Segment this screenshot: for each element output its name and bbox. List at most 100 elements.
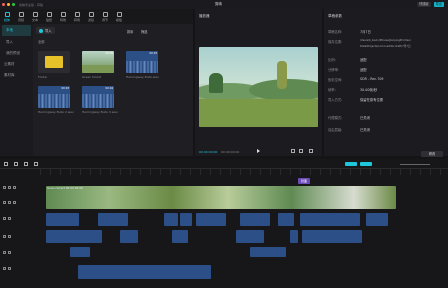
media-item-audio[interactable]: 00:04 <box>82 86 114 108</box>
split-icon[interactable] <box>34 162 38 166</box>
audio-icon[interactable] <box>13 186 16 189</box>
sidebar-item-local[interactable]: 本地 <box>2 25 31 36</box>
track-header <box>3 267 11 270</box>
free-layer-value[interactable]: 已关闭 <box>360 127 370 132</box>
waveform <box>38 94 70 108</box>
audio-clip[interactable] <box>290 230 298 243</box>
media-item-audio[interactable]: 00:03 <box>126 51 158 73</box>
media-caption: Hemingway Bulls 2.wav <box>38 110 74 114</box>
main-video-clip[interactable]: Green Smart 00:00:05:00 <box>46 186 396 209</box>
media-panel: 导入 排序 筛选 全部 Folder 00:05 Green Smart 00:… <box>33 24 193 156</box>
sort-button[interactable]: 排序 <box>127 29 133 34</box>
audio-clip[interactable] <box>46 213 79 226</box>
audio-clip[interactable] <box>278 213 294 226</box>
media-item-folder[interactable] <box>38 51 70 73</box>
media-icon <box>4 11 10 17</box>
waveform <box>126 61 158 73</box>
audio-clip[interactable] <box>120 230 138 243</box>
undo-icon[interactable] <box>14 162 18 166</box>
lock-icon[interactable] <box>3 251 6 254</box>
export-button[interactable]: 导出 <box>433 2 444 7</box>
transition-icon <box>74 11 80 17</box>
sidebar-item-cloud[interactable]: 云素材 <box>0 59 33 70</box>
proxy-mode-value[interactable]: 已关闭 <box>360 115 370 120</box>
folder-icon <box>45 56 63 68</box>
section-label: 全部 <box>38 40 45 44</box>
lock-icon[interactable] <box>3 235 6 238</box>
filter-icon <box>88 11 94 17</box>
waveform <box>82 94 114 108</box>
audio-clip[interactable] <box>70 247 90 257</box>
time-ruler <box>40 169 448 175</box>
effects-icon <box>60 11 66 17</box>
snap-toggle[interactable] <box>345 162 357 166</box>
media-item-audio[interactable]: 00:03 <box>38 86 70 108</box>
draft-details-panel: 草稿参数 草稿名称: 7月7日 保存位置:/Users/b_kevin/Movie… <box>324 9 448 157</box>
timeline-panel: 封面 Green Smart 00:00:05:00 <box>0 159 448 288</box>
tab-media[interactable]: 媒体 <box>0 9 14 24</box>
sidebar-item-import[interactable]: 导入 <box>0 37 33 48</box>
video-preview[interactable] <box>199 47 318 127</box>
sidebar-item-presets[interactable]: 我的预设 <box>0 48 33 59</box>
audio-clip[interactable] <box>46 230 102 243</box>
audio-clip[interactable] <box>300 213 360 226</box>
media-caption: Hemingway Bulls.wav <box>126 75 159 79</box>
plus-icon <box>39 28 43 33</box>
link-toggle[interactable] <box>360 162 372 166</box>
play-icon[interactable] <box>257 149 260 153</box>
tab-templates[interactable]: 模板 <box>112 9 126 24</box>
lock-icon[interactable] <box>3 201 6 204</box>
ratio-icon[interactable] <box>299 149 303 153</box>
tab-text[interactable]: 文本 <box>28 9 42 24</box>
media-caption: Folder <box>38 75 48 79</box>
audio-clip[interactable] <box>98 213 128 226</box>
sidebar-item-library[interactable]: 素材库 <box>0 70 33 81</box>
audio-clip[interactable] <box>240 213 270 226</box>
audio-clip[interactable] <box>302 230 362 243</box>
minimize-window-icon[interactable] <box>7 3 10 6</box>
audio-clip[interactable] <box>172 230 188 243</box>
audio-clip[interactable] <box>180 213 192 226</box>
close-window-icon[interactable] <box>2 3 5 6</box>
maximize-window-icon[interactable] <box>12 3 15 6</box>
redo-icon[interactable] <box>24 162 28 166</box>
media-caption: Green Smart <box>82 75 102 79</box>
import-button[interactable]: 导入 <box>36 27 55 34</box>
media-item-video[interactable]: 00:05 <box>82 51 114 73</box>
audio-clip[interactable] <box>236 230 264 243</box>
lock-icon[interactable] <box>3 186 6 189</box>
filter-button[interactable]: 筛选 <box>141 29 147 34</box>
eye-icon[interactable] <box>8 235 11 238</box>
lock-icon[interactable] <box>3 267 6 270</box>
audio-clip[interactable] <box>164 213 178 226</box>
select-tool-icon[interactable] <box>4 162 8 166</box>
sticker-icon <box>46 11 52 17</box>
expand-icon[interactable] <box>309 149 313 153</box>
tab-transitions[interactable]: 转场 <box>70 9 84 24</box>
app-title: 剪映专业版 - 草稿 <box>19 2 43 7</box>
eye-icon[interactable] <box>8 251 11 254</box>
tab-adjust[interactable]: 调节 <box>98 9 112 24</box>
tab-audio[interactable]: 音频 <box>14 9 28 24</box>
audio-icon[interactable] <box>13 201 16 204</box>
track-header <box>3 201 16 204</box>
modify-button[interactable]: 修改 <box>421 151 443 157</box>
zoom-slider[interactable] <box>400 164 430 165</box>
tab-filters[interactable]: 滤镜 <box>84 9 98 24</box>
audio-clip[interactable] <box>366 213 388 226</box>
audio-clip[interactable] <box>196 213 226 226</box>
fullscreen-icon[interactable] <box>291 149 295 153</box>
eye-icon[interactable] <box>8 201 11 204</box>
shortcut-button[interactable]: 快捷键 <box>417 2 431 7</box>
audio-clip[interactable] <box>78 265 211 279</box>
lock-icon[interactable] <box>3 217 6 220</box>
audio-clip[interactable] <box>250 247 286 257</box>
cover-chip[interactable]: 封面 <box>298 178 311 184</box>
eye-icon[interactable] <box>8 267 11 270</box>
eye-icon[interactable] <box>8 217 11 220</box>
tab-effects[interactable]: 特效 <box>56 9 70 24</box>
tab-stickers[interactable]: 贴纸 <box>42 9 56 24</box>
track-header <box>3 186 16 189</box>
player-panel: 播放器 00:00:00:00 00:00:00:00 <box>195 9 322 156</box>
eye-icon[interactable] <box>8 186 11 189</box>
